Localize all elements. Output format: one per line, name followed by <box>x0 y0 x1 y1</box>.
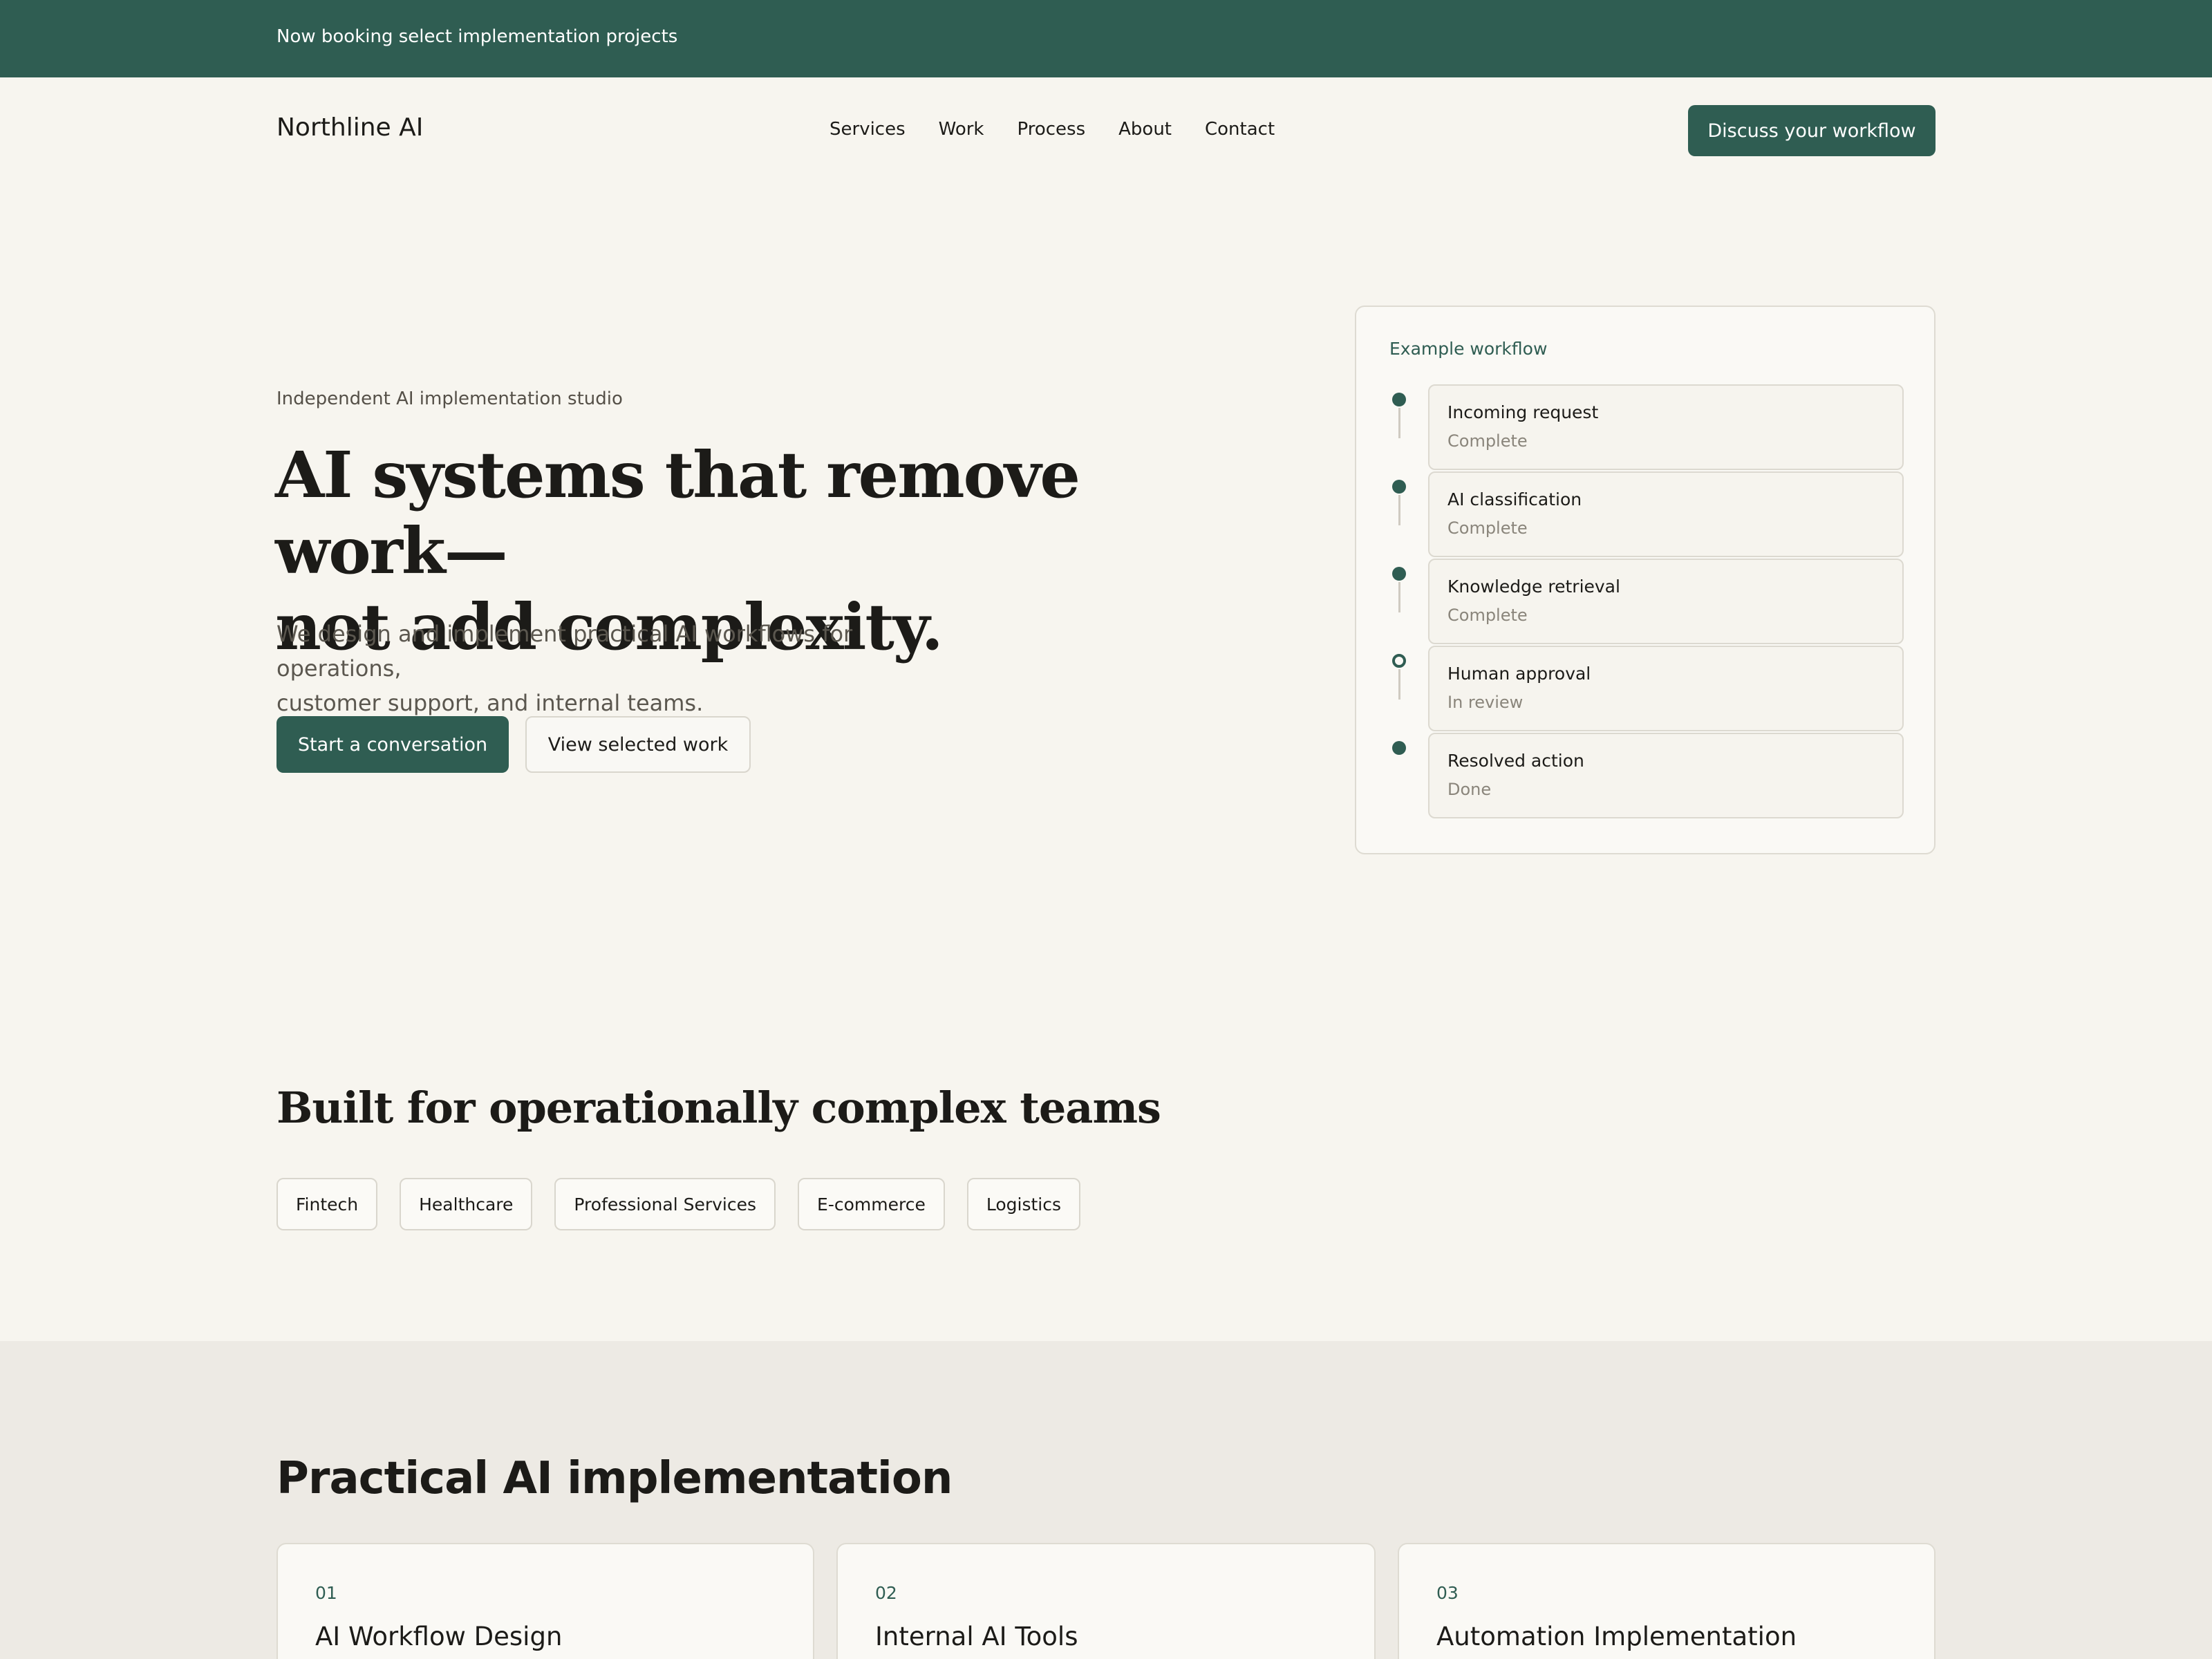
workflow-step-status: Done <box>1447 780 1492 799</box>
workflow-step: Resolved action Done <box>1356 733 1937 820</box>
nav-link-services[interactable]: Services <box>830 119 906 140</box>
service-card[interactable]: 02 Internal AI Tools <box>836 1543 1376 1659</box>
workflow-step: Incoming request Complete <box>1356 384 1937 471</box>
step-complete-dot-icon <box>1392 480 1406 494</box>
step-complete-dot-icon <box>1392 567 1406 581</box>
main-nav: Northline AI Services Work Process About… <box>0 77 2212 184</box>
step-complete-dot-icon <box>1392 393 1406 406</box>
service-number: 01 <box>315 1583 337 1603</box>
service-name: Internal AI Tools <box>875 1622 1078 1651</box>
step-connector <box>1398 495 1400 525</box>
hero-subtitle-line-1: We design and implement practical AI wor… <box>276 621 853 682</box>
announcement-bar: Now booking select implementation projec… <box>0 0 2212 77</box>
workflow-step-name: AI classification <box>1447 489 1582 509</box>
service-number: 03 <box>1436 1583 1459 1603</box>
workflow-step-status: Complete <box>1447 431 1528 451</box>
workflow-step-box: Incoming request Complete <box>1428 384 1904 470</box>
industry-chip-healthcare: Healthcare <box>400 1178 533 1230</box>
service-card[interactable]: 03 Automation Implementation <box>1398 1543 1936 1659</box>
industry-chips: Fintech Healthcare Professional Services… <box>276 1178 1080 1230</box>
nav-link-about[interactable]: About <box>1118 119 1172 140</box>
workflow-title: Example workflow <box>1389 339 1548 359</box>
service-name: AI Workflow Design <box>315 1622 563 1651</box>
announcement-text: Now booking select implementation projec… <box>276 26 678 47</box>
hero-title-line-1: AI systems that remove work— <box>275 438 1080 588</box>
step-connector <box>1398 582 1400 612</box>
service-card[interactable]: 01 AI Workflow Design <box>276 1543 814 1659</box>
services-heading: Practical AI implementation <box>276 1453 953 1504</box>
industries-heading: Built for operationally complex teams <box>276 1082 1161 1133</box>
discuss-workflow-button[interactable]: Discuss your workflow <box>1688 105 1936 156</box>
industry-chip-ecommerce: E-commerce <box>798 1178 945 1230</box>
workflow-step-status: Complete <box>1447 518 1528 538</box>
industry-chip-fintech: Fintech <box>276 1178 378 1230</box>
brand-logo[interactable]: Northline AI <box>276 113 423 142</box>
workflow-step-name: Human approval <box>1447 664 1591 684</box>
workflow-step: AI classification Complete <box>1356 471 1937 559</box>
industry-chip-logistics: Logistics <box>966 1178 1080 1230</box>
services-section: Practical AI implementation 01 AI Workfl… <box>0 1341 2212 1659</box>
workflow-step-box: AI classification Complete <box>1428 471 1904 557</box>
step-connector <box>1398 669 1400 700</box>
step-complete-dot-icon <box>1392 741 1406 755</box>
nav-link-process[interactable]: Process <box>1017 119 1085 140</box>
workflow-step: Knowledge retrieval Complete <box>1356 559 1937 646</box>
workflow-step-box: Human approval In review <box>1428 646 1904 731</box>
nav-link-contact[interactable]: Contact <box>1205 119 1275 140</box>
start-conversation-button[interactable]: Start a conversation <box>276 716 509 773</box>
workflow-step-name: Incoming request <box>1447 402 1599 422</box>
example-workflow-card: Example workflow Incoming request Comple… <box>1355 306 1936 854</box>
service-number: 02 <box>875 1583 897 1603</box>
workflow-step-status: Complete <box>1447 606 1528 625</box>
workflow-step-status: In review <box>1447 693 1524 712</box>
workflow-step-name: Knowledge retrieval <box>1447 577 1620 597</box>
workflow-step: Human approval In review <box>1356 646 1937 733</box>
step-connector <box>1398 408 1400 438</box>
hero-subtitle: We design and implement practical AI wor… <box>276 617 968 720</box>
hero-eyebrow: Independent AI implementation studio <box>276 388 623 409</box>
nav-links: Services Work Process About Contact <box>830 119 1308 140</box>
industry-chip-professional-services: Professional Services <box>554 1178 776 1230</box>
hero-subtitle-line-2: customer support, and internal teams. <box>276 690 704 716</box>
view-selected-work-button[interactable]: View selected work <box>525 716 751 773</box>
workflow-step-box: Knowledge retrieval Complete <box>1428 559 1904 644</box>
workflow-step-box: Resolved action Done <box>1428 733 1904 818</box>
nav-link-work[interactable]: Work <box>939 119 984 140</box>
service-name: Automation Implementation <box>1436 1622 1797 1651</box>
workflow-step-name: Resolved action <box>1447 751 1584 771</box>
step-pending-dot-icon <box>1392 654 1406 668</box>
